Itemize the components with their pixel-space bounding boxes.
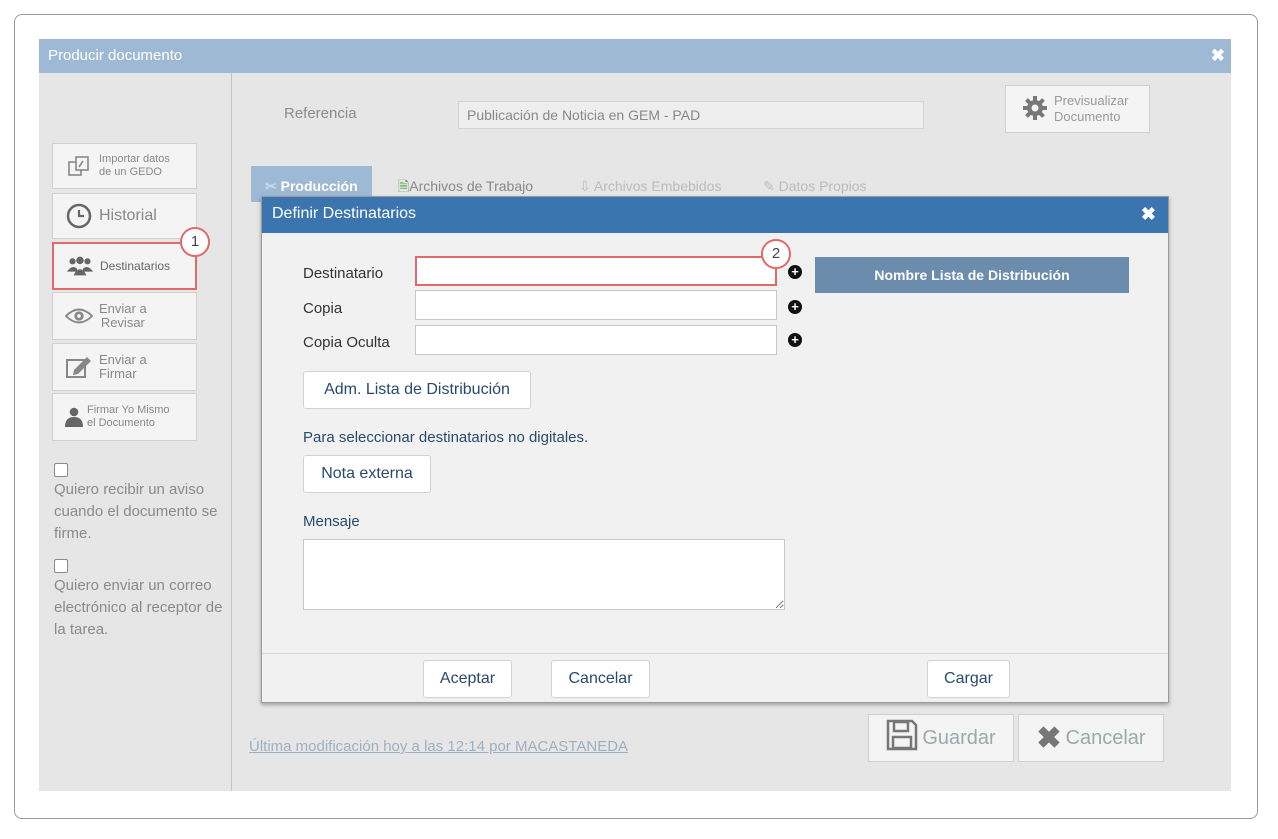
add-destinatario-icon[interactable]: + [788,265,802,279]
save-icon [886,719,918,757]
correo-receptor-option: Quiero enviar un correo electrónico al r… [54,559,224,641]
dialog-title: Definir Destinatarios [262,197,1168,233]
guardar-label: Guardar [922,726,996,749]
enviar-revisar-line2: Revisar [100,315,145,330]
preview-line2: Documento [1054,109,1121,124]
aviso-firma-label: Quiero recibir un aviso cuando el docume… [54,481,218,542]
window-title: Producir documento [39,39,1231,73]
import-line2: de un GEDO [99,166,162,178]
clock-icon [65,203,93,229]
tab-archivos-trabajo-label: Archivos de Trabajo [409,178,533,194]
import-icon [65,155,93,177]
destinatarios-label: Destinatarios [100,259,171,273]
aviso-firma-option: Quiero recibir un aviso cuando el docume… [54,463,224,545]
users-icon [66,255,94,277]
pencil-icon: ✎ [763,178,779,194]
referencia-field[interactable]: Publicación de Noticia en GEM - PAD [458,101,924,129]
no-digitales-text: Para seleccionar destinatarios no digita… [303,429,589,446]
import-gedo-button[interactable]: Importar datos de un GEDO [52,143,197,189]
file-add-icon: 🗎 [398,178,410,194]
tab-archivos-embebidos-label: Archivos Embebidos [593,178,722,194]
enviar-firmar-line1: Enviar a [99,352,147,367]
preview-line1: Previsualizar [1054,93,1129,108]
mensaje-textarea[interactable] [303,539,785,610]
destinatarios-button[interactable]: Destinatarios [52,242,197,290]
copia-oculta-input[interactable] [415,325,777,355]
x-icon: ✖ [1036,721,1062,755]
aviso-firma-checkbox[interactable] [54,463,68,477]
tools-icon: ✂ [265,178,281,194]
copia-label: Copia [303,300,343,317]
import-line1: Importar datos [99,153,170,165]
cargar-button[interactable]: Cargar [927,660,1010,698]
step-badge-2: 2 [761,239,791,269]
correo-receptor-checkbox[interactable] [54,559,68,573]
definir-destinatarios-dialog: Definir Destinatarios ✖ Destinatario + C… [261,196,1169,703]
firmar-yo-line1: Firmar Yo Mismo [87,404,170,416]
cancelar-main-button[interactable]: ✖ Cancelar [1018,714,1164,762]
add-copia-oculta-icon[interactable]: + [788,333,802,347]
adm-lista-distribucion-button[interactable]: Adm. Lista de Distribución [303,371,531,409]
enviar-firmar-line2: Firmar [99,366,137,381]
cancelar-main-label: Cancelar [1065,726,1146,749]
referencia-label: Referencia [284,105,357,122]
firmar-yo-mismo-button[interactable]: Firmar Yo Mismo el Documento [52,393,197,441]
gear-icon [1022,95,1048,124]
aceptar-button[interactable]: Aceptar [423,660,512,698]
attachment-icon: ⇩ [579,178,594,194]
historial-label: Historial [99,207,157,224]
cancelar-dialog-button[interactable]: Cancelar [551,660,650,698]
tab-datos-propios-label: Datos Propios [778,178,867,194]
sidebar-divider [231,73,232,791]
edit-icon [65,355,93,379]
correo-receptor-label: Quiero enviar un correo electrónico al r… [54,577,223,638]
destinatario-input[interactable] [415,256,777,286]
copia-input[interactable] [415,290,777,320]
tab-produccion-label: Producción [280,178,358,194]
step-badge-1: 1 [180,227,210,257]
firmar-yo-line2: el Documento [87,417,155,429]
historial-button[interactable]: Historial [52,193,197,239]
add-copia-icon[interactable]: + [788,300,802,314]
dialog-footer-divider [262,653,1168,654]
enviar-firmar-button[interactable]: Enviar a Firmar [52,343,197,391]
destinatario-label: Destinatario [303,265,384,282]
guardar-button[interactable]: Guardar [868,714,1014,762]
enviar-revisar-line1: Enviar a [99,301,147,316]
mensaje-label: Mensaje [303,513,360,530]
previsualizar-button[interactable]: Previsualizar Documento [1005,85,1150,133]
eye-icon [65,306,93,326]
lista-distribucion-header: Nombre Lista de Distribución [815,257,1129,293]
last-modified-link[interactable]: Última modificación hoy a las 12:14 por … [249,738,628,755]
dialog-close-icon[interactable]: ✖ [1141,197,1156,231]
enviar-revisar-button[interactable]: Enviar a Revisar [52,292,197,340]
copia-oculta-label: Copia Oculta [303,334,390,351]
close-icon[interactable]: ✖ [1211,39,1225,73]
user-icon [65,407,83,427]
nota-externa-button[interactable]: Nota externa [303,455,431,493]
